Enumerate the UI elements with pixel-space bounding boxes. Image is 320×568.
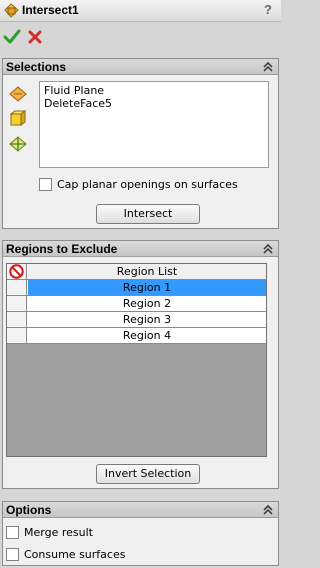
row-checkbox[interactable] [7, 312, 27, 327]
surface-body-icon [9, 136, 27, 152]
regions-header[interactable]: Regions to Exclude [3, 241, 278, 257]
options-header[interactable]: Options [3, 502, 278, 518]
region-name[interactable]: Region 2 [28, 296, 266, 311]
region-list-header-row: Region List [7, 264, 266, 280]
consume-surfaces-label: Consume surfaces [24, 548, 126, 561]
merge-result-checkbox[interactable] [6, 526, 19, 539]
merge-result-label: Merge result [24, 526, 93, 539]
region-name[interactable]: Region 1 [28, 280, 266, 295]
intersect-button[interactable]: Intersect [96, 204, 200, 224]
solid-body-icon [9, 110, 27, 126]
row-checkbox[interactable] [7, 328, 27, 343]
selections-title: Selections [6, 60, 67, 74]
invert-selection-button[interactable]: Invert Selection [96, 464, 200, 484]
collapse-icon[interactable] [263, 505, 273, 515]
consume-surfaces-checkbox[interactable] [6, 548, 19, 561]
help-icon[interactable]: ? [262, 2, 274, 18]
confirmation-bar [0, 22, 281, 56]
row-checkbox[interactable] [7, 280, 27, 295]
row-checkbox[interactable] [7, 296, 27, 311]
selection-list[interactable]: Fluid Plane DeleteFace5 [39, 81, 269, 168]
cap-planar-label: Cap planar openings on surfaces [57, 178, 238, 191]
selections-header[interactable]: Selections [3, 59, 278, 75]
region-list-table[interactable]: Region List Region 1 Region 2 Region 3 R… [6, 263, 267, 457]
collapse-icon[interactable] [263, 62, 273, 72]
merge-result-option[interactable]: Merge result [6, 525, 206, 541]
options-group: Options Merge result Consume surfaces [2, 501, 279, 566]
selection-item[interactable]: Fluid Plane [44, 84, 264, 97]
cap-planar-option[interactable]: Cap planar openings on surfaces [39, 177, 269, 193]
options-title: Options [6, 503, 52, 517]
consume-surfaces-option[interactable]: Consume surfaces [6, 547, 206, 563]
table-row[interactable]: Region 2 [7, 296, 266, 312]
region-list-column-header: Region List [28, 264, 266, 279]
collapse-icon[interactable] [263, 244, 273, 254]
cancel-x-icon[interactable] [27, 29, 43, 45]
regions-to-exclude-group: Regions to Exclude Region List Region 1 … [2, 240, 279, 489]
regions-title: Regions to Exclude [6, 242, 118, 256]
region-name[interactable]: Region 3 [28, 312, 266, 327]
property-manager-titlebar: Intersect1 ? [0, 0, 281, 22]
table-row[interactable]: Region 1 [7, 280, 266, 296]
exclude-all-cell[interactable] [7, 264, 27, 279]
cap-planar-checkbox[interactable] [39, 178, 52, 191]
intersect-feature-icon [4, 3, 19, 18]
table-row[interactable]: Region 3 [7, 312, 266, 328]
feature-title: Intersect1 [22, 3, 79, 17]
plane-entity-icon [9, 86, 27, 102]
selections-group: Selections Fluid Plane DeleteFace5 Cap p… [2, 58, 279, 229]
region-name[interactable]: Region 4 [28, 328, 266, 343]
table-row[interactable]: Region 4 [7, 328, 266, 344]
exclude-icon [9, 264, 24, 279]
ok-check-icon[interactable] [3, 28, 21, 46]
selection-item[interactable]: DeleteFace5 [44, 97, 264, 110]
